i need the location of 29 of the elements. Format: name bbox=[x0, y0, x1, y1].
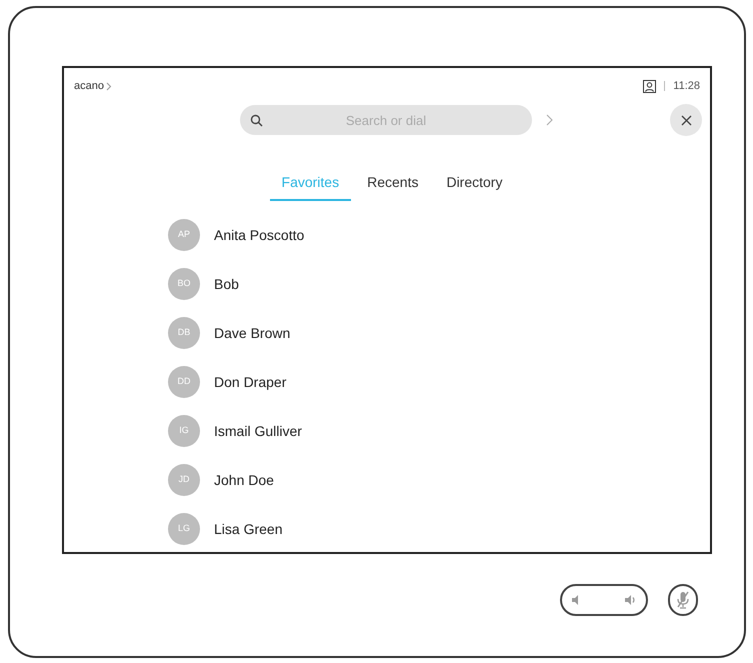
avatar-initials: JD bbox=[168, 464, 200, 496]
contact-card-icon[interactable] bbox=[643, 80, 656, 92]
speaker-high-icon bbox=[625, 595, 636, 605]
close-button[interactable] bbox=[670, 104, 702, 136]
speaker-low-icon bbox=[572, 595, 580, 605]
contact-name[interactable]: Ismail Gulliver bbox=[214, 420, 302, 442]
mute-microphone-button[interactable] bbox=[668, 584, 698, 616]
contact-name[interactable]: Bob bbox=[214, 274, 239, 294]
chevron-icon bbox=[106, 82, 112, 90]
contact-name[interactable]: Lisa Green bbox=[214, 518, 282, 540]
avatar-initials: IG bbox=[168, 415, 200, 447]
volume-control[interactable] bbox=[560, 584, 648, 616]
tab[interactable]: Recents bbox=[355, 172, 430, 201]
avatar-initials: LG bbox=[168, 513, 200, 545]
clock-time: 11:28 bbox=[673, 78, 700, 94]
contact-name[interactable]: John Doe bbox=[214, 470, 274, 490]
search-field[interactable]: Search or dial bbox=[240, 105, 532, 135]
search-icon bbox=[250, 114, 263, 127]
avatar-initials: AP bbox=[168, 219, 200, 251]
brand-label[interactable]: acano bbox=[74, 78, 112, 94]
avatar-initials: BO bbox=[168, 268, 200, 300]
close-icon bbox=[680, 114, 692, 126]
avatar-initials: DD bbox=[168, 366, 200, 398]
tab[interactable]: Directory bbox=[434, 172, 514, 201]
microphone-muted-icon bbox=[676, 591, 690, 609]
contact-name[interactable]: Don Draper bbox=[214, 372, 286, 392]
contact-name[interactable]: Dave Brown bbox=[214, 322, 290, 344]
contact-name[interactable]: Anita Poscotto bbox=[214, 224, 304, 246]
avatar-initials: DB bbox=[168, 317, 200, 349]
